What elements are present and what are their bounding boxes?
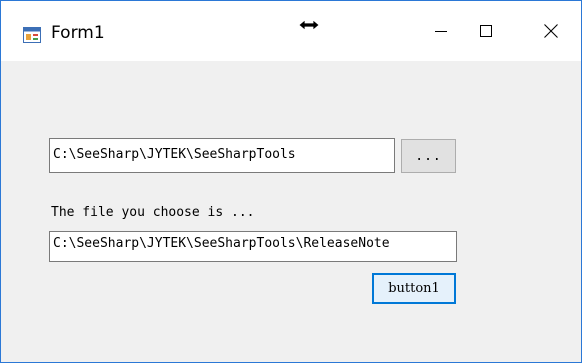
result-input-value: C:\SeeSharp\JYTEK\SeeSharpTools\ReleaseN… xyxy=(53,236,390,251)
path-input[interactable]: C:\SeeSharp\JYTEK\SeeSharpTools xyxy=(49,138,395,173)
maximize-icon xyxy=(480,25,492,37)
maximize-button[interactable] xyxy=(456,1,516,61)
path-input-value: C:\SeeSharp\JYTEK\SeeSharpTools xyxy=(53,147,296,162)
button1[interactable]: button1 xyxy=(372,273,456,304)
minimize-icon xyxy=(435,31,447,32)
close-icon xyxy=(544,24,558,38)
file-label: The file you choose is ... xyxy=(51,205,255,220)
form-client-area: C:\SeeSharp\JYTEK\SeeSharpTools ... The … xyxy=(1,61,581,362)
title-bar[interactable]: Form1 xyxy=(1,1,581,61)
horizontal-resize-cursor-icon xyxy=(298,19,320,31)
form1-window: Form1 C:\SeeSharp\JYTEK\SeeSharpTools ..… xyxy=(0,0,582,363)
result-input[interactable]: C:\SeeSharp\JYTEK\SeeSharpTools\ReleaseN… xyxy=(49,231,457,262)
browse-button[interactable]: ... xyxy=(401,139,456,173)
form-app-icon xyxy=(23,27,41,43)
close-button[interactable] xyxy=(521,1,581,61)
window-title: Form1 xyxy=(51,23,105,43)
